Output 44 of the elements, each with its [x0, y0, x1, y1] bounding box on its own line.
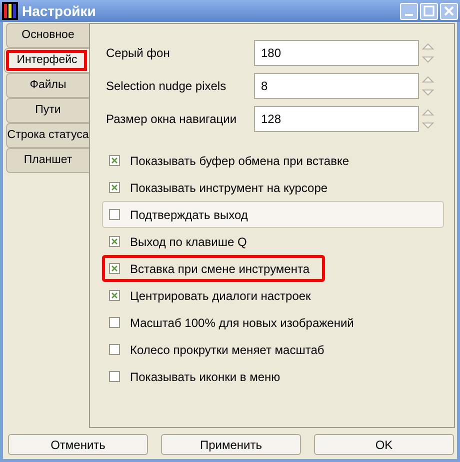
window-title: Настройки	[22, 2, 97, 21]
option-label: Колесо прокрутки меняет масштаб	[130, 342, 324, 358]
number-field[interactable]: 128	[254, 106, 419, 132]
dialog-button[interactable]: Отменить	[8, 434, 148, 455]
spin-arrows-icon[interactable]	[422, 108, 434, 130]
tab[interactable]: Файлы	[6, 73, 89, 98]
checkbox-option[interactable]: Центрировать диалоги настроек	[102, 282, 326, 309]
checkbox-option[interactable]: Показывать инструмент на курсоре	[102, 174, 343, 201]
checkbox-option[interactable]: Подтверждать выход	[102, 201, 444, 228]
field-label: Размер окна навигации	[106, 110, 238, 128]
checkbox-option[interactable]: Вставка при смене инструмента	[102, 255, 325, 282]
option-label: Показывать иконки в меню	[130, 368, 280, 386]
option-label: Вставка при смене инструмента	[130, 260, 310, 278]
spin-arrows-icon[interactable]	[422, 74, 434, 96]
checkbox-option[interactable]: Показывать иконки в меню	[102, 363, 296, 390]
maximize-icon	[422, 4, 436, 18]
number-field[interactable]: 180	[254, 40, 419, 66]
maximize-button[interactable]	[420, 2, 438, 20]
option-label: Показывать буфер обмена при вставке	[130, 152, 349, 170]
dialog-button[interactable]: OK	[314, 434, 454, 455]
tab[interactable]: Планшет	[6, 148, 89, 173]
close-button[interactable]	[440, 2, 458, 20]
close-icon	[442, 4, 456, 18]
checkbox-option[interactable]: Колесо прокрутки меняет масштаб	[102, 336, 340, 363]
app-icon	[2, 2, 18, 20]
field-label: Selection nudge pixels	[106, 78, 228, 94]
dialog-button[interactable]: Применить	[161, 434, 301, 455]
tab[interactable]: Строка статуса	[6, 123, 89, 148]
minimize-button[interactable]	[400, 2, 418, 20]
checkbox-option[interactable]: Показывать буфер обмена при вставке	[102, 147, 364, 174]
field-label: Серый фон	[106, 44, 171, 62]
spin-arrows-icon[interactable]	[422, 42, 434, 64]
tab[interactable]: Основное	[6, 23, 89, 48]
checkbox-option[interactable]: Масштаб 100% для новых изображений	[102, 309, 369, 336]
option-label: Подтверждать выход	[130, 206, 248, 224]
option-label: Выход по клавише Q	[130, 234, 247, 250]
tab[interactable]: Пути	[6, 98, 89, 123]
minimize-icon	[405, 14, 413, 16]
option-label: Масштаб 100% для новых изображений	[130, 314, 354, 332]
option-label: Показывать инструмент на курсоре	[130, 180, 328, 196]
option-label: Центрировать диалоги настроек	[130, 288, 311, 304]
checkbox-option[interactable]: Выход по клавише Q	[102, 228, 262, 255]
tab[interactable]: Интерфейс	[4, 48, 89, 73]
number-field[interactable]: 8	[254, 72, 419, 98]
